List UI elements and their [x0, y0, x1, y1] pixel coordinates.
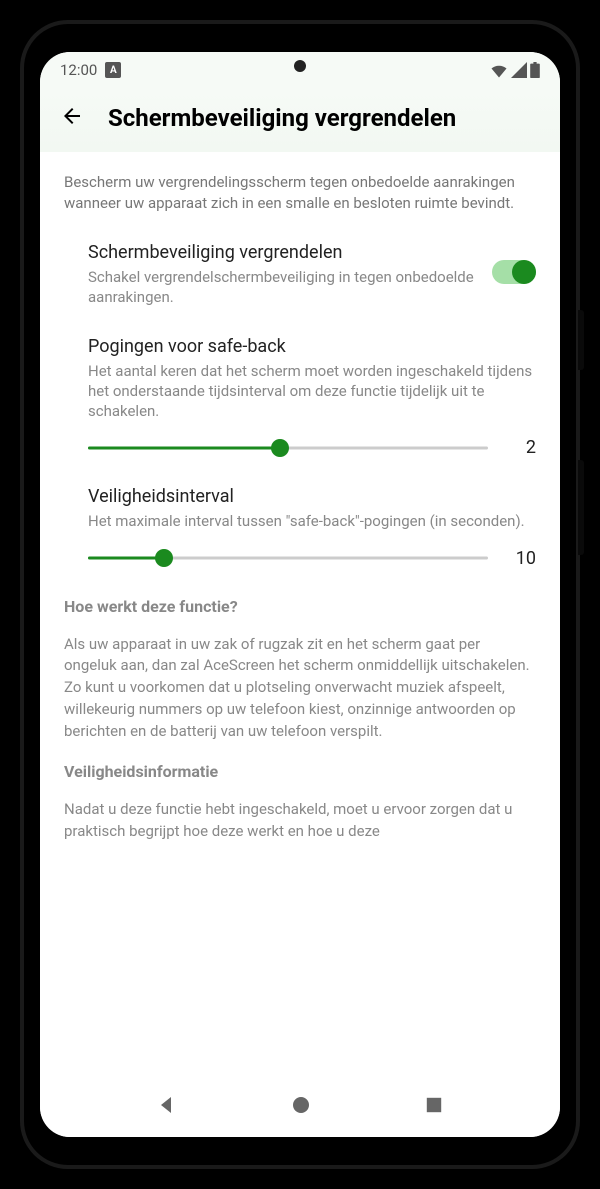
back-arrow-icon[interactable]: [60, 104, 84, 132]
signal-icon: [511, 62, 527, 78]
device-side-button: [578, 310, 584, 370]
content-area[interactable]: Bescherm uw vergrendelingsscherm tegen o…: [40, 152, 560, 1077]
setting-attempts-title: Pogingen voor safe-back: [88, 336, 536, 357]
slider-fill: [88, 557, 164, 560]
help-heading-how: Hoe werkt deze functie?: [64, 597, 536, 616]
app-bar: Schermbeveiliging vergrendelen: [40, 88, 560, 152]
attempts-slider[interactable]: [88, 438, 488, 458]
nav-bar: [40, 1077, 560, 1137]
slider-thumb: [155, 549, 173, 567]
setting-lock: Schermbeveiliging vergrendelen Schakel v…: [64, 242, 536, 308]
setting-attempts: Pogingen voor safe-back Het aantal keren…: [64, 336, 536, 459]
slider-thumb: [271, 439, 289, 457]
lock-toggle[interactable]: [492, 260, 536, 284]
toggle-thumb: [512, 260, 536, 284]
setting-interval: Veiligheidsinterval Het maximale interva…: [64, 486, 536, 568]
page-title: Schermbeveiliging vergrendelen: [108, 104, 456, 132]
help-body-how: Als uw apparaat in uw zak of rugzak zit …: [64, 634, 536, 743]
interval-value: 10: [508, 548, 536, 569]
status-right: [490, 62, 540, 78]
slider-fill: [88, 446, 280, 449]
setting-interval-desc: Het maximale interval tussen "safe-back"…: [88, 511, 536, 531]
screen: 12:00 A Schermbeveiliging vergrendelen B…: [40, 52, 560, 1137]
status-time: 12:00: [60, 61, 97, 79]
interval-slider[interactable]: [88, 548, 488, 568]
setting-lock-desc: Schakel vergrendelschermbeveiliging in t…: [88, 267, 476, 308]
device-frame: 12:00 A Schermbeveiliging vergrendelen B…: [20, 20, 580, 1169]
battery-icon: [530, 62, 540, 78]
device-side-button: [578, 460, 584, 555]
wifi-icon: [490, 62, 508, 78]
intro-text: Bescherm uw vergrendelingsscherm tegen o…: [64, 172, 536, 214]
nav-back-icon[interactable]: [157, 1095, 177, 1119]
nav-recents-icon[interactable]: [425, 1096, 443, 1118]
status-left: 12:00 A: [60, 61, 121, 79]
help-body-safety: Nadat u deze functie hebt ingeschakeld, …: [64, 799, 536, 843]
auto-rotate-badge-icon: A: [105, 62, 121, 78]
setting-lock-title: Schermbeveiliging vergrendelen: [88, 242, 476, 263]
device-camera: [294, 60, 306, 72]
nav-home-icon[interactable]: [291, 1095, 311, 1119]
help-heading-safety: Veiligheidsinformatie: [64, 762, 536, 781]
attempts-value: 2: [508, 437, 536, 458]
setting-interval-title: Veiligheidsinterval: [88, 486, 536, 507]
setting-attempts-desc: Het aantal keren dat het scherm moet wor…: [88, 361, 536, 422]
